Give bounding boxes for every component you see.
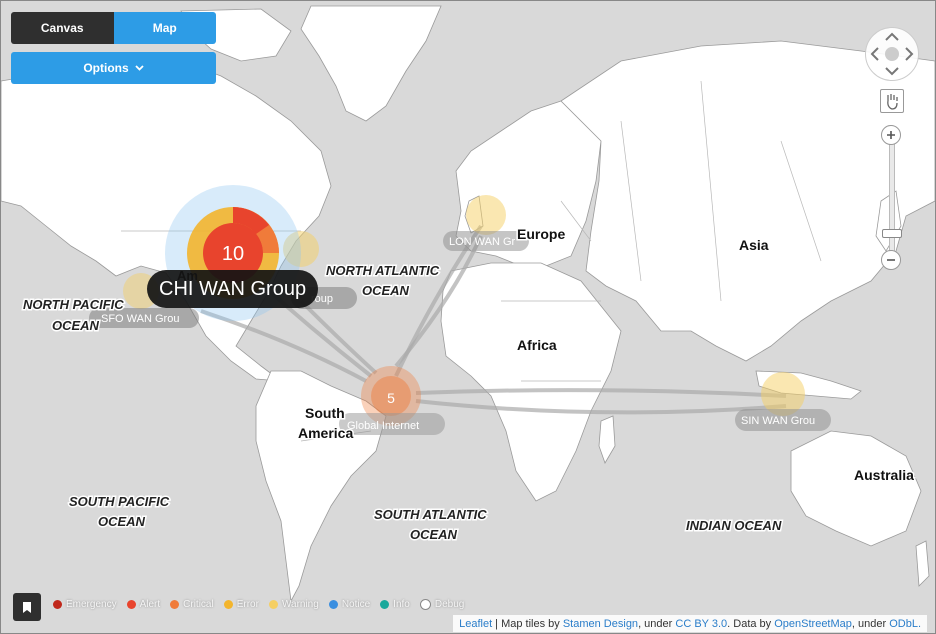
legend-label: Emergency: [66, 599, 117, 610]
landmass-new-zealand: [915, 540, 930, 587]
options-button-label: Options: [83, 61, 129, 75]
label-north-atlantic-1: NORTH ATLANTIC: [326, 263, 440, 278]
attribution-text: . Data by: [727, 617, 775, 630]
label-south-atlantic-2: OCEAN: [410, 527, 458, 542]
label-australia: Australia: [854, 467, 914, 483]
pan-arrows-icon: [870, 32, 914, 76]
legend-dot: [170, 600, 180, 609]
legend-dot: [268, 600, 278, 609]
label-north-pacific-2: OCEAN: [52, 318, 100, 333]
label-south-atlantic-1: SOUTH ATLANTIC: [374, 507, 487, 522]
landmass-australia: [790, 430, 922, 547]
severity-legend: Emergency Alert Critical Error Warning N…: [53, 599, 464, 610]
legend-dot: [419, 599, 431, 610]
label-south: South: [305, 405, 345, 421]
node-label-global: Global Internet: [347, 420, 419, 432]
legend-label: Notice: [341, 599, 371, 610]
label-indian-ocean: INDIAN OCEAN: [686, 518, 782, 533]
legend-dot: [53, 600, 62, 609]
landmass-asia: [560, 40, 935, 362]
legend-item-debug[interactable]: Debug: [419, 599, 465, 610]
bookmark-icon: [23, 601, 31, 613]
node-tooltip: CHI WAN Group: [147, 270, 319, 308]
hand-icon: [887, 94, 898, 110]
bookmark-button[interactable]: [13, 593, 41, 621]
landmass-africa: [440, 262, 622, 502]
legend-label: Error: [236, 599, 259, 610]
label-north-pacific-1: NORTH PACIFIC: [23, 297, 124, 312]
tab-canvas-label: Canvas: [40, 21, 84, 35]
legend-dot: [328, 600, 338, 609]
node-count-chi: 10: [222, 243, 244, 265]
node-count-global: 5: [387, 390, 395, 406]
attribution-text: , under: [638, 617, 676, 630]
tab-map-label: Map: [152, 21, 177, 35]
legend-label: Debug: [434, 599, 465, 610]
legend-dot: [223, 600, 233, 609]
label-asia: Asia: [739, 237, 769, 253]
options-button[interactable]: Options: [11, 52, 216, 84]
legend-label: Info: [393, 599, 410, 610]
label-south-pacific-2: OCEAN: [98, 514, 146, 529]
hand-tool-button[interactable]: [880, 89, 904, 113]
label-america: America: [298, 425, 353, 441]
link-odbl[interactable]: ODbL.: [889, 618, 921, 630]
link-stamen-design[interactable]: Stamen Design: [563, 618, 638, 630]
attribution-text: , under: [851, 617, 890, 630]
link-openstreetmap[interactable]: OpenStreetMap: [774, 618, 852, 630]
node-label-sfo: SFO WAN Grou: [101, 313, 179, 325]
view-tabs: Canvas Map: [11, 12, 216, 44]
link-leaflet[interactable]: Leaflet: [459, 618, 492, 630]
tab-canvas[interactable]: Canvas: [11, 12, 114, 44]
legend-item-critical[interactable]: Critical: [170, 599, 214, 610]
world-map[interactable]: SFO WAN Grou roup LON WAN Gr SIN WAN Gro…: [1, 1, 935, 633]
label-north-atlantic-2: OCEAN: [362, 283, 410, 298]
chevron-down-icon: [135, 65, 144, 71]
legend-label: Alert: [139, 599, 161, 610]
node-label-sin: SIN WAN Grou: [741, 415, 815, 427]
label-south-pacific-1: SOUTH PACIFIC: [69, 494, 170, 509]
zoom-out-button[interactable]: [881, 250, 901, 270]
legend-dot: [126, 600, 136, 609]
legend-item-warning[interactable]: Warning: [268, 599, 319, 610]
label-africa: Africa: [517, 337, 557, 353]
plus-icon: [887, 131, 895, 139]
zoom-in-button[interactable]: [881, 125, 901, 145]
legend-label: Warning: [281, 599, 319, 610]
legend-item-error[interactable]: Error: [223, 599, 259, 610]
landmass-greenland: [300, 5, 442, 122]
tooltip-text: CHI WAN Group: [159, 277, 307, 300]
link-cc-by[interactable]: CC BY 3.0: [675, 618, 727, 630]
zoom-slider-handle[interactable]: [882, 229, 902, 238]
legend-item-notice[interactable]: Notice: [328, 599, 371, 610]
map-attribution: Leaflet | Map tiles by Stamen Design , u…: [453, 615, 927, 632]
legend-label: Critical: [183, 599, 214, 610]
tab-map[interactable]: Map: [113, 12, 216, 44]
minus-icon: [887, 259, 895, 261]
zoom-slider-track[interactable]: [889, 143, 895, 255]
pan-control[interactable]: [865, 27, 919, 81]
attribution-text: | Map tiles by: [492, 617, 563, 630]
map-frame[interactable]: SFO WAN Grou roup LON WAN Gr SIN WAN Gro…: [0, 0, 936, 634]
legend-item-alert[interactable]: Alert: [126, 599, 161, 610]
legend-item-info[interactable]: Info: [380, 599, 410, 610]
node-label-lon: LON WAN Gr: [449, 236, 516, 248]
legend-item-emergency[interactable]: Emergency: [53, 599, 117, 610]
legend-dot: [380, 600, 390, 609]
label-europe: Europe: [517, 226, 565, 242]
landmass-madagascar: [598, 415, 616, 464]
